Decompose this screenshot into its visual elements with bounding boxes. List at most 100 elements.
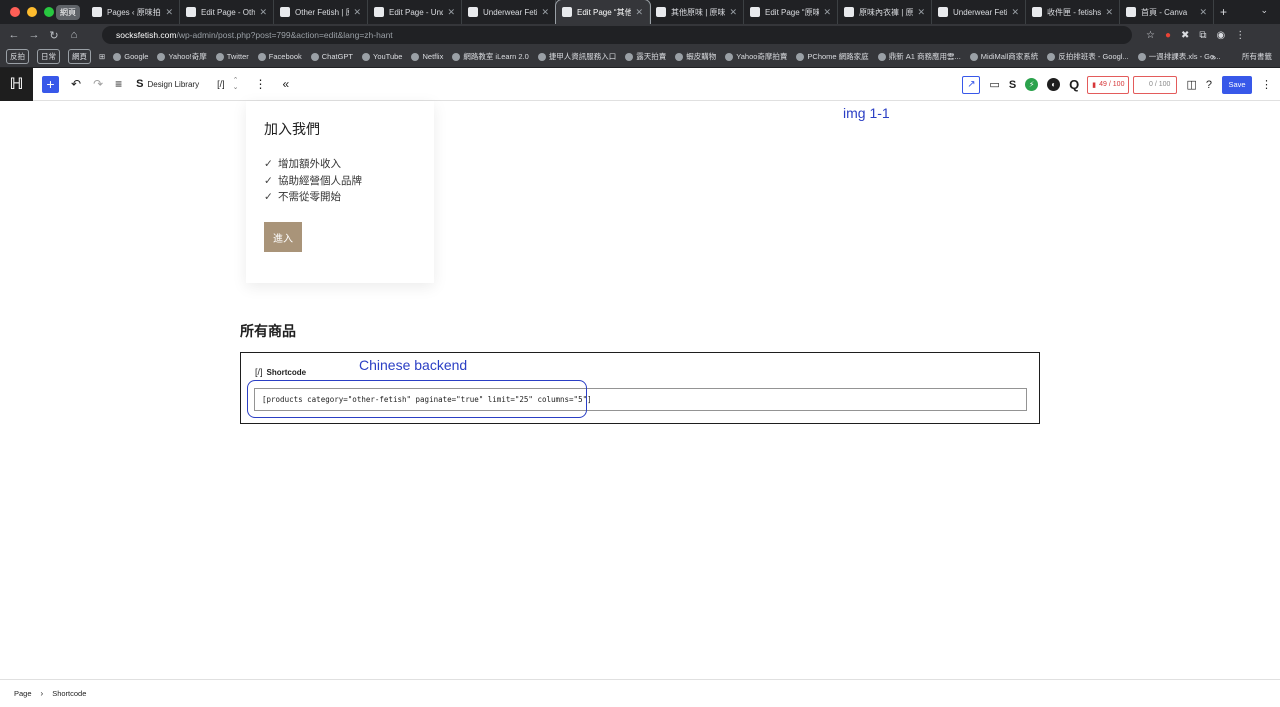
document-overview-icon[interactable]: ≡ bbox=[115, 77, 122, 91]
seo-score-badge[interactable]: ▮ 49 / 100 bbox=[1087, 75, 1130, 94]
add-block-button[interactable]: + bbox=[42, 75, 59, 93]
browser-menu-icon[interactable]: ⋮ bbox=[1235, 30, 1245, 41]
join-us-card[interactable]: 加入我們 ✓ 增加額外收入 ✓ 協助經營個人品牌 ✓ 不需從零開始 進入 bbox=[246, 101, 434, 283]
browser-tab[interactable]: 原味內衣褲 | 原味拍✕ bbox=[838, 0, 932, 24]
performance-icon[interactable]: ⚡ bbox=[1025, 78, 1039, 91]
tab-close-icon[interactable]: ✕ bbox=[1199, 7, 1207, 18]
undo-icon[interactable]: ↶ bbox=[71, 77, 81, 91]
search-plugin-icon[interactable]: Q bbox=[1069, 77, 1079, 92]
readability-score-badge[interactable]: 0 / 100 bbox=[1133, 75, 1178, 94]
apps-grid-icon[interactable]: ⊞ bbox=[99, 52, 105, 61]
redo-icon[interactable]: ↷ bbox=[93, 77, 103, 91]
back-icon[interactable]: ← bbox=[4, 29, 24, 41]
bookmark-folder[interactable]: 反拍 bbox=[6, 49, 29, 64]
annotation-highlight-box bbox=[247, 380, 587, 418]
tab-close-icon[interactable]: ✕ bbox=[917, 7, 925, 18]
bookmark-item[interactable]: 反拍排班表 - Googl... bbox=[1047, 51, 1129, 62]
bookmark-favicon-icon bbox=[215, 52, 224, 61]
bookmark-item[interactable]: ChatGPT bbox=[310, 51, 353, 62]
extension-x-icon[interactable]: ✖ bbox=[1181, 30, 1189, 41]
bookmarks-overflow[interactable]: » bbox=[1211, 52, 1216, 62]
tab-label: Edit Page - Under bbox=[389, 7, 444, 17]
bookmark-item[interactable]: MidiMall商家系統 bbox=[969, 51, 1038, 62]
browser-tab[interactable]: Edit Page “原味內✕ bbox=[744, 0, 838, 24]
tab-search-icon[interactable]: ⌄ bbox=[1260, 5, 1268, 16]
join-title[interactable]: 加入我們 bbox=[264, 119, 320, 139]
tab-close-icon[interactable]: ✕ bbox=[1011, 7, 1019, 18]
bookmark-item[interactable]: 露天拍賣 bbox=[625, 51, 666, 62]
url-input[interactable]: socksfetish.com/wp-admin/post.php?post=7… bbox=[102, 26, 1132, 44]
shortcode-block-icon[interactable]: [/] bbox=[217, 79, 225, 89]
block-options-icon[interactable]: ⋮ bbox=[254, 77, 266, 91]
reload-icon[interactable]: ↻ bbox=[44, 29, 64, 42]
browser-tab[interactable]: Pages ‹ 原味拍賣 ✕ bbox=[86, 0, 180, 24]
tab-close-icon[interactable]: ✕ bbox=[447, 7, 455, 18]
bookmark-star-icon[interactable]: ☆ bbox=[1146, 30, 1155, 41]
tab-close-icon[interactable]: ✕ bbox=[353, 7, 361, 18]
tab-label: Other Fetish | 原味 bbox=[295, 7, 349, 17]
maximize-window-icon[interactable] bbox=[44, 7, 54, 17]
stackable-icon[interactable]: S bbox=[1009, 79, 1016, 91]
tab-close-icon[interactable]: ✕ bbox=[1105, 7, 1113, 18]
tab-close-icon[interactable]: ✕ bbox=[635, 7, 643, 18]
bookmark-favicon-icon bbox=[157, 52, 166, 61]
extension-red-icon[interactable]: ● bbox=[1165, 30, 1171, 41]
breadcrumb-shortcode[interactable]: Shortcode bbox=[52, 689, 86, 698]
bookmark-folder[interactable]: 日常 bbox=[37, 49, 60, 64]
browser-tab[interactable]: Edit Page “其他原✕ bbox=[555, 0, 651, 25]
bookmark-item[interactable]: YouTube bbox=[362, 51, 402, 62]
extensions-puzzle-icon[interactable]: ⧉ bbox=[1199, 30, 1206, 41]
bookmark-item[interactable]: 捷甲人資訊服務入口 bbox=[537, 51, 616, 62]
profile-avatar-icon[interactable]: ◉ bbox=[1217, 30, 1226, 41]
breadcrumb-page[interactable]: Page bbox=[14, 689, 32, 698]
list-item[interactable]: ✓ 協助經營個人品牌 bbox=[264, 173, 362, 190]
tab-close-icon[interactable]: ✕ bbox=[729, 7, 737, 18]
bookmark-item[interactable]: Yahoo奇摩拍賣 bbox=[725, 51, 787, 62]
tab-close-icon[interactable]: ✕ bbox=[259, 7, 267, 18]
view-page-icon[interactable]: ↗ bbox=[962, 75, 981, 94]
bookmark-item[interactable]: Yahoo!奇摩 bbox=[157, 51, 207, 62]
browser-tab[interactable]: Edit Page - Other✕ bbox=[180, 0, 274, 24]
minimize-window-icon[interactable] bbox=[27, 7, 37, 17]
bookmark-folder[interactable]: 網頁 bbox=[68, 49, 91, 64]
forward-icon[interactable]: → bbox=[24, 29, 44, 41]
browser-tab[interactable]: Underwear Fetish ✕ bbox=[462, 0, 556, 24]
collapse-chevron-icon[interactable]: « bbox=[282, 77, 289, 91]
bookmark-item[interactable]: 蝦皮購物 bbox=[675, 51, 716, 62]
browser-tab[interactable]: 收件匣 - fetishsh ✕ bbox=[1026, 0, 1120, 24]
browser-tab[interactable]: Edit Page - Under✕ bbox=[368, 0, 462, 24]
save-button[interactable]: Save bbox=[1222, 75, 1252, 94]
help-icon[interactable]: ? bbox=[1206, 79, 1212, 91]
close-window-icon[interactable] bbox=[10, 7, 20, 17]
bookmark-item[interactable]: Twitter bbox=[215, 51, 249, 62]
bookmark-item[interactable]: Google bbox=[113, 51, 148, 62]
bookmark-item[interactable]: 網路教室 iLearn 2.0 bbox=[452, 51, 529, 62]
options-menu-icon[interactable]: ⋮ bbox=[1261, 78, 1272, 91]
tab-close-icon[interactable]: ✕ bbox=[165, 7, 173, 18]
list-item[interactable]: ✓ 增加額外收入 bbox=[264, 156, 362, 173]
all-bookmarks-folder[interactable]: 所有書籤 bbox=[1242, 51, 1272, 62]
browser-tab[interactable]: 首頁 - Canva ✕ bbox=[1120, 0, 1214, 24]
settings-sidebar-icon[interactable]: ◫ bbox=[1186, 78, 1196, 91]
bookmark-item[interactable]: 一週排課表.xls - Go... bbox=[1137, 51, 1220, 62]
tab-group-chip[interactable]: 網頁 bbox=[56, 4, 80, 20]
preview-device-icon[interactable]: ▭ bbox=[989, 78, 999, 91]
site-logo-icon[interactable]: ℍ bbox=[0, 67, 33, 101]
tab-close-icon[interactable]: ✕ bbox=[541, 7, 549, 18]
seo-plugin-icon[interactable]: ◐ bbox=[1047, 78, 1061, 91]
browser-tab[interactable]: Other Fetish | 原味 ✕ bbox=[274, 0, 368, 24]
section-heading[interactable]: 所有商品 bbox=[240, 321, 296, 341]
tab-close-icon[interactable]: ✕ bbox=[823, 7, 831, 18]
enter-button[interactable]: 進入 bbox=[264, 222, 302, 252]
browser-tab[interactable]: 其他原味 | 原味拍賣✕ bbox=[650, 0, 744, 24]
bookmark-item[interactable]: 鼎新 A1 商務應用雲... bbox=[877, 51, 961, 62]
list-item[interactable]: ✓ 不需從零開始 bbox=[264, 189, 362, 206]
design-library-button[interactable]: S Design Library bbox=[136, 78, 199, 90]
bookmark-item[interactable]: Netflix bbox=[411, 51, 443, 62]
bookmark-item[interactable]: PChome 網路家庭 bbox=[796, 51, 869, 62]
browser-tab[interactable]: Underwear Fetish ✕ bbox=[932, 0, 1026, 24]
new-tab-button[interactable]: + bbox=[1220, 5, 1227, 19]
home-icon[interactable]: ⌂ bbox=[64, 29, 84, 41]
move-block-arrows[interactable]: ⌃ ⌄ bbox=[233, 77, 239, 91]
bookmark-item[interactable]: Facebook bbox=[257, 51, 302, 62]
